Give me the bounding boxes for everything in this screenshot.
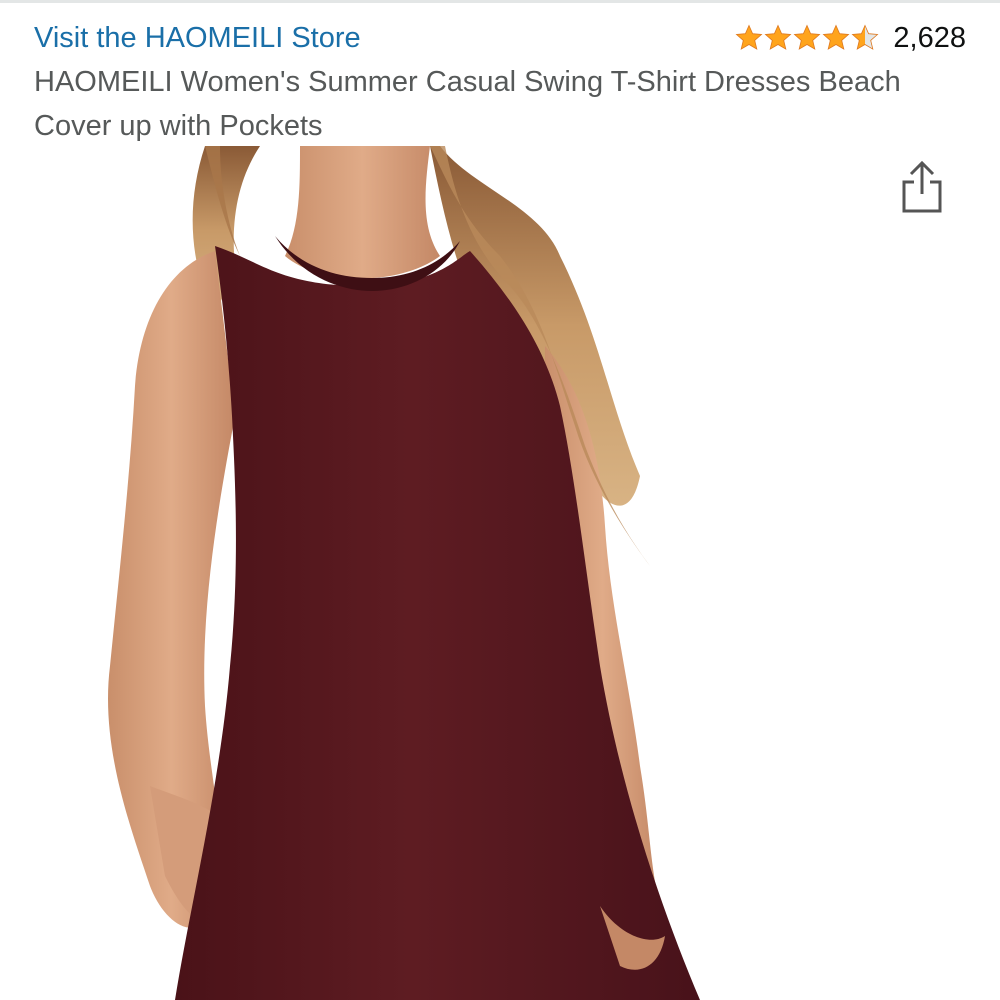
product-title: HAOMEILI Women's Summer Casual Swing T-S… <box>34 66 901 142</box>
product-page: Visit the HAOMEILI Store 2,628 HAOMEILI <box>0 0 1000 1000</box>
product-photo <box>108 146 700 1000</box>
share-button[interactable] <box>895 156 949 218</box>
share-icon <box>902 160 942 213</box>
rating-summary[interactable]: 2,628 <box>735 18 966 58</box>
star-rating-icon <box>736 25 879 50</box>
product-image[interactable] <box>0 146 1000 1000</box>
rating-count[interactable]: 2,628 <box>893 18 966 58</box>
store-link[interactable]: Visit the HAOMEILI Store <box>34 18 361 58</box>
star-rating <box>735 23 881 53</box>
divider <box>0 0 1000 3</box>
